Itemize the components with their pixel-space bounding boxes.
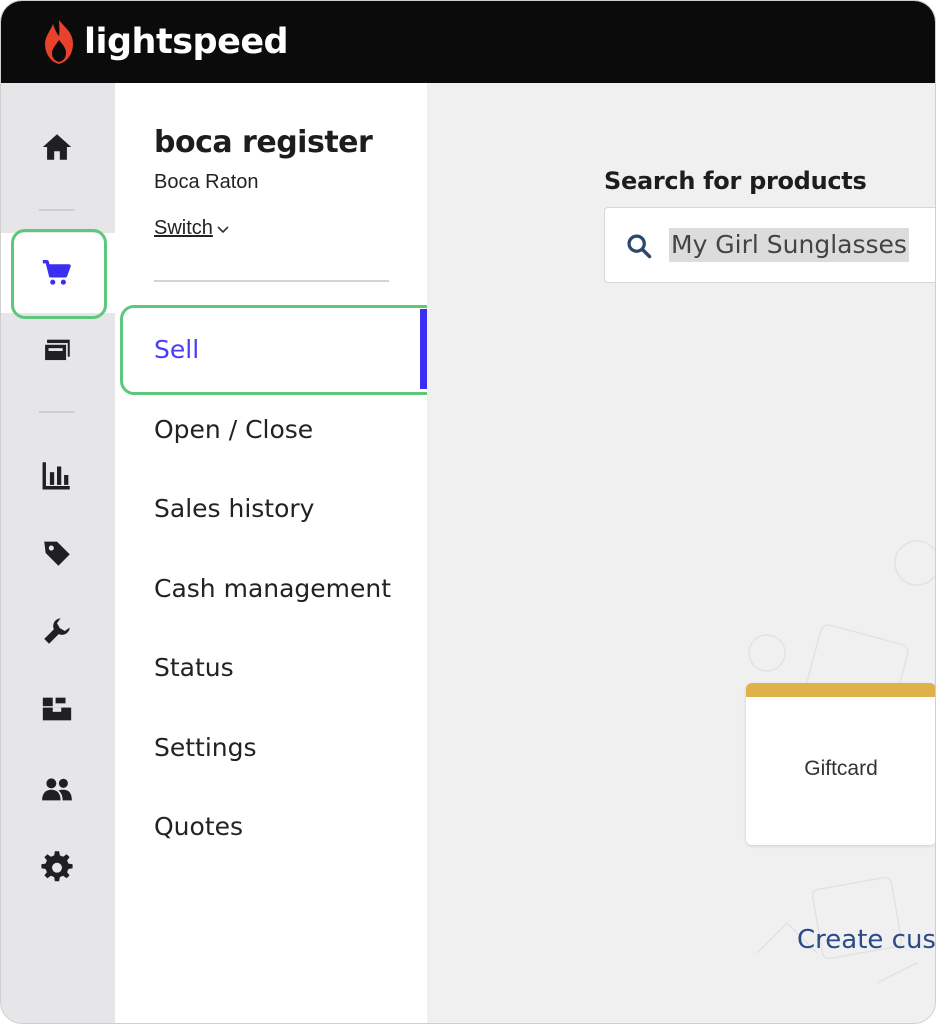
menu-item-settings[interactable]: Settings <box>154 733 257 762</box>
giftcard-label: Giftcard <box>804 757 878 780</box>
search-label: Search for products <box>604 167 867 195</box>
register-name: boca register <box>154 125 373 160</box>
main-content: Search for products My Girl Sunglasses G… <box>427 83 935 1023</box>
home-icon[interactable] <box>37 127 77 167</box>
menu-item-cash-management[interactable]: Cash management <box>154 574 391 603</box>
switch-register-link[interactable]: Switch <box>154 217 229 240</box>
submenu-divider <box>154 280 389 282</box>
tag-icon[interactable] <box>37 533 77 573</box>
sell-highlight-box <box>120 305 458 395</box>
icon-rail <box>1 83 115 1023</box>
customers-icon[interactable] <box>37 769 77 809</box>
rail-separator <box>39 411 75 413</box>
brand-name[interactable]: lightspeed <box>84 22 289 62</box>
menu-item-quotes[interactable]: Quotes <box>154 812 243 841</box>
wrench-icon[interactable] <box>37 611 77 651</box>
giftcard-stripe <box>746 683 935 697</box>
product-search-input[interactable]: My Girl Sunglasses <box>604 207 935 283</box>
create-custom-link[interactable]: Create custo <box>797 925 935 955</box>
app-window: lightspeed boca register Boca Raton Swit… <box>0 0 936 1024</box>
inventory-icon[interactable] <box>37 689 77 729</box>
register-submenu: boca register Boca Raton Switch Sell Ope… <box>115 83 427 1023</box>
menu-item-sales-history[interactable]: Sales history <box>154 494 314 523</box>
menu-item-status[interactable]: Status <box>154 653 234 682</box>
lightspeed-flame-icon <box>45 20 73 64</box>
gear-icon[interactable] <box>37 847 77 887</box>
switch-label: Switch <box>154 217 213 239</box>
register-location: Boca Raton <box>154 171 259 193</box>
chevron-down-icon <box>217 221 229 237</box>
cart-highlight-box <box>11 229 107 319</box>
top-bar: lightspeed <box>1 1 935 83</box>
reports-icon[interactable] <box>37 455 77 495</box>
register-icon[interactable] <box>37 331 77 371</box>
menu-item-open-close[interactable]: Open / Close <box>154 415 313 444</box>
rail-separator <box>39 209 75 211</box>
giftcard-tile[interactable]: Giftcard <box>746 683 935 845</box>
search-value[interactable]: My Girl Sunglasses <box>669 228 909 262</box>
search-icon <box>627 234 652 259</box>
